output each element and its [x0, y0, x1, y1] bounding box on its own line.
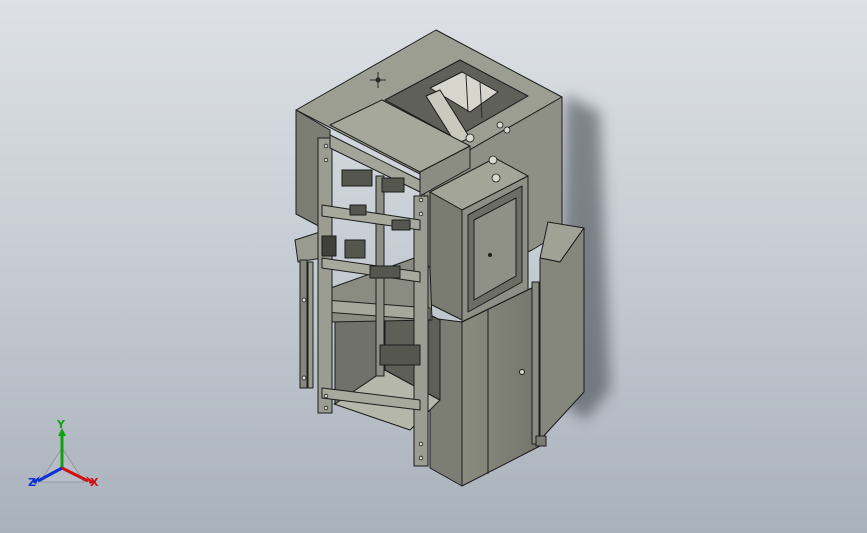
post-back-left — [299, 259, 308, 389]
post-back-left-2 — [307, 261, 314, 389]
leg-right — [535, 435, 547, 447]
window-marker — [488, 253, 492, 257]
z-axis-label: Z — [28, 476, 36, 489]
y-axis-label: Y — [56, 418, 66, 431]
post-front-left — [317, 137, 333, 414]
post-right-lower — [531, 281, 540, 445]
machine-body — [294, 29, 585, 487]
cabinet-left-face — [429, 191, 463, 321]
x-axis-label: X — [90, 476, 99, 489]
machine-model[interactable]: Y X Z — [0, 0, 867, 533]
cad-viewport[interactable]: Y X Z — [0, 0, 867, 533]
door-handle[interactable] — [519, 369, 525, 375]
post-front-right — [413, 195, 429, 467]
axis-triad[interactable]: Y X Z — [28, 418, 99, 489]
